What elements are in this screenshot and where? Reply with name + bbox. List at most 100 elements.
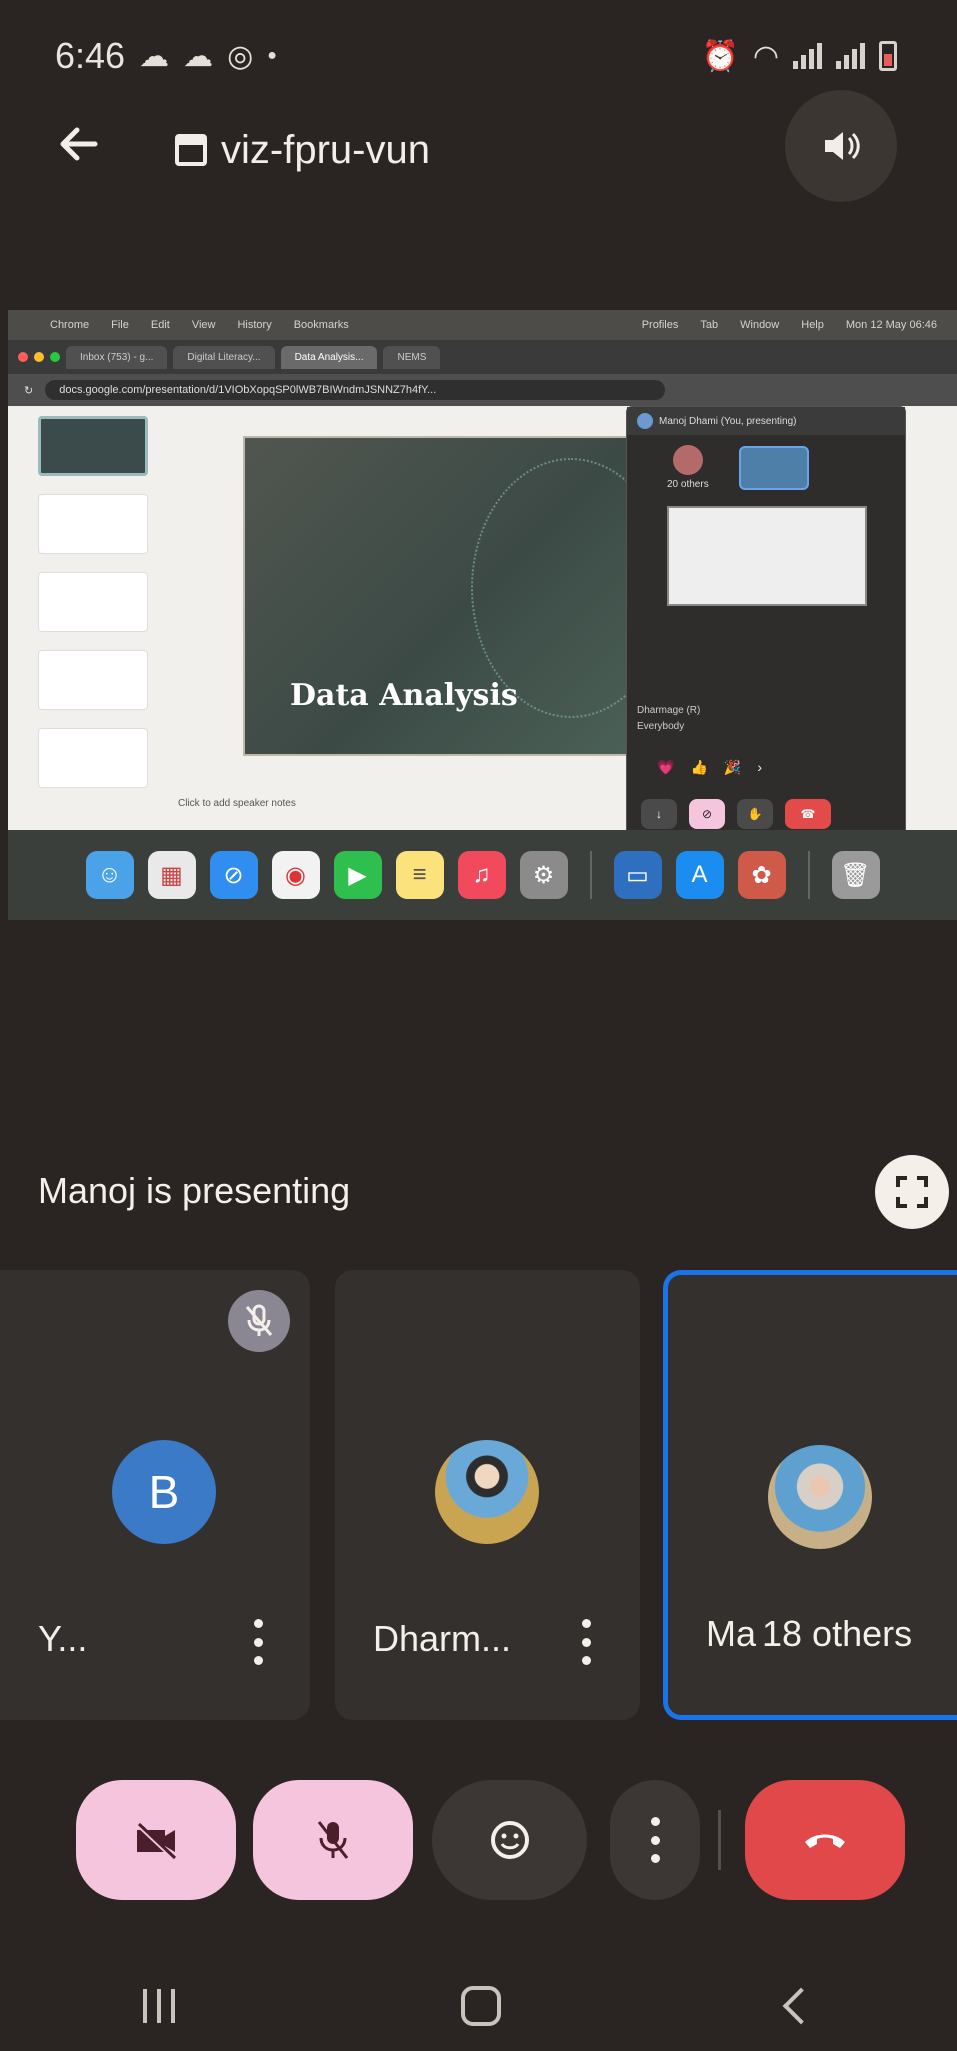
- dot-icon: ●: [267, 47, 277, 64]
- status-bar: 6:46 ☁ ☁ ◎ ● ⏰ ◠: [0, 0, 957, 90]
- pip-header: Manoj Dhami (You, presenting): [627, 407, 905, 435]
- fullscreen-icon: [896, 1176, 928, 1208]
- facetime-icon: ▶: [333, 851, 382, 899]
- avatar: [672, 445, 703, 475]
- signal-icon: [793, 43, 822, 69]
- camera-toggle-button[interactable]: [76, 1780, 236, 1900]
- more-vert-icon[interactable]: [580, 1619, 592, 1665]
- meeting-title[interactable]: viz-fpru-vun: [175, 128, 430, 173]
- mac-menu-item: View: [191, 319, 216, 331]
- mac-menu-item: File: [111, 319, 129, 331]
- more-vert-icon: [649, 1817, 661, 1863]
- slide-thumbnail: [38, 416, 148, 476]
- chat-sender: Dharmage (R): [637, 705, 701, 716]
- battery-icon: [879, 41, 897, 71]
- avatar: [435, 1440, 539, 1544]
- mic-off-icon: [228, 1290, 290, 1352]
- pip-reactions: 💗 👍 🎉 ›: [657, 759, 762, 776]
- browser-tab-strip: Inbox (753) - g... Digital Literacy... D…: [8, 340, 957, 374]
- signal-icon: [836, 43, 865, 69]
- pip-self-view: [738, 445, 809, 490]
- cloud-icon: ☁: [139, 39, 170, 73]
- avatar: B: [112, 1440, 216, 1544]
- participant-tile[interactable]: Dharm...: [335, 1270, 640, 1720]
- party-icon: 🎉: [723, 759, 742, 775]
- chat-text: Everybody: [637, 721, 685, 732]
- meet-picture-in-picture: Manoj Dhami (You, presenting) 20 others …: [626, 406, 906, 838]
- browser-url: docs.google.com/presentation/d/1VIObXopq…: [45, 380, 666, 400]
- settings-icon: ⚙: [519, 851, 568, 899]
- mic-off-icon: [317, 1821, 349, 1859]
- thumbs-up-icon: 👍: [690, 759, 708, 775]
- pip-chat-message: Dharmage (R) Everybody: [637, 703, 700, 735]
- speaker-icon: [825, 132, 860, 160]
- reload-icon: ↻: [24, 384, 34, 397]
- mac-menu-item: Profiles: [641, 319, 679, 331]
- call-end-icon: [805, 1834, 845, 1848]
- home-icon[interactable]: [461, 1985, 502, 2026]
- fullscreen-button[interactable]: [875, 1155, 949, 1229]
- back-icon[interactable]: [782, 1987, 820, 2024]
- shared-screen: Chrome File Edit View History Bookmarks …: [8, 310, 957, 920]
- chrome-icon: ◉: [271, 851, 320, 899]
- music-icon: ♫: [457, 851, 506, 899]
- pip-others: 20 others: [667, 445, 709, 490]
- back-arrow-icon[interactable]: [55, 120, 125, 181]
- maximize-window-icon: [50, 352, 60, 362]
- mic-toggle-button[interactable]: [253, 1780, 413, 1900]
- hand-icon: ✋: [737, 799, 773, 829]
- slide-thumbnail: [38, 572, 148, 632]
- slide-thumbnail: [38, 650, 148, 710]
- avatar: [768, 1445, 872, 1549]
- browser-tab: Data Analysis...: [280, 345, 378, 369]
- trash-icon: 🗑: [831, 851, 880, 899]
- meeting-code: viz-fpru-vun: [221, 127, 430, 172]
- pip-others-label: 20 others: [667, 479, 709, 490]
- mac-dock: ☺ ▦ ⊘ ◉ ▶ ≡ ♫ ⚙ ▭ A ✿ 🗑: [8, 830, 957, 920]
- browser-tab: NEMS: [383, 345, 441, 369]
- pip-participants: 20 others: [627, 435, 905, 500]
- reactions-button[interactable]: [432, 1780, 587, 1900]
- pip-presenter: Manoj Dhami (You, presenting): [659, 415, 797, 427]
- safari-icon: ⊘: [209, 851, 258, 899]
- pip-screen-preview: [667, 506, 867, 606]
- others-count: 18 others: [762, 1613, 913, 1654]
- chevron-right-icon: ›: [757, 759, 762, 775]
- app-store-icon: A: [675, 851, 724, 899]
- browser-tab: Digital Literacy...: [173, 345, 275, 369]
- videocam-off-icon: [135, 1822, 177, 1860]
- cloud-icon: ☁: [183, 39, 214, 73]
- current-slide: Data Analysis: [243, 436, 671, 756]
- slide-title: Data Analysis: [290, 678, 518, 713]
- recents-icon[interactable]: [143, 1988, 176, 2023]
- end-call-button[interactable]: [745, 1780, 905, 1900]
- photos-icon: ✿: [737, 851, 786, 899]
- mac-menu-item: Help: [801, 319, 824, 331]
- instagram-icon: ◎: [227, 39, 254, 73]
- notes-icon: ≡: [395, 851, 444, 899]
- participant-tile[interactable]: B Y...: [0, 1270, 310, 1720]
- call-end-icon: ☎: [785, 799, 831, 829]
- mac-menu-bar: Chrome File Edit View History Bookmarks …: [8, 310, 957, 340]
- mac-menu-item: Window: [740, 319, 780, 331]
- preview-icon: ▭: [613, 851, 662, 899]
- speaker-button[interactable]: [785, 90, 897, 202]
- more-options-button[interactable]: [610, 1780, 700, 1900]
- participant-name: Dharm...: [373, 1618, 512, 1659]
- more-vert-icon[interactable]: [252, 1619, 264, 1665]
- wifi-icon: ◠: [752, 39, 779, 73]
- participant-tile-others[interactable]: Ma 18 others: [663, 1270, 957, 1720]
- finder-icon: ☺: [85, 851, 134, 899]
- system-nav-bar: [0, 1960, 957, 2051]
- slide-thumbnails: [18, 416, 168, 816]
- mac-menu-item: Edit: [150, 319, 170, 331]
- mac-menu-item: Bookmarks: [293, 319, 349, 331]
- browser-tab: Inbox (753) - g...: [66, 345, 168, 369]
- launchpad-icon: ▦: [147, 851, 196, 899]
- mac-menu-item: Tab: [700, 319, 719, 331]
- mac-menu-item: History: [237, 319, 272, 331]
- mac-clock: Mon 12 May 06:46: [845, 319, 937, 331]
- mic-icon: ↓: [641, 799, 677, 829]
- participant-name: Y...: [38, 1618, 88, 1659]
- mac-menu-item: Chrome: [50, 319, 90, 331]
